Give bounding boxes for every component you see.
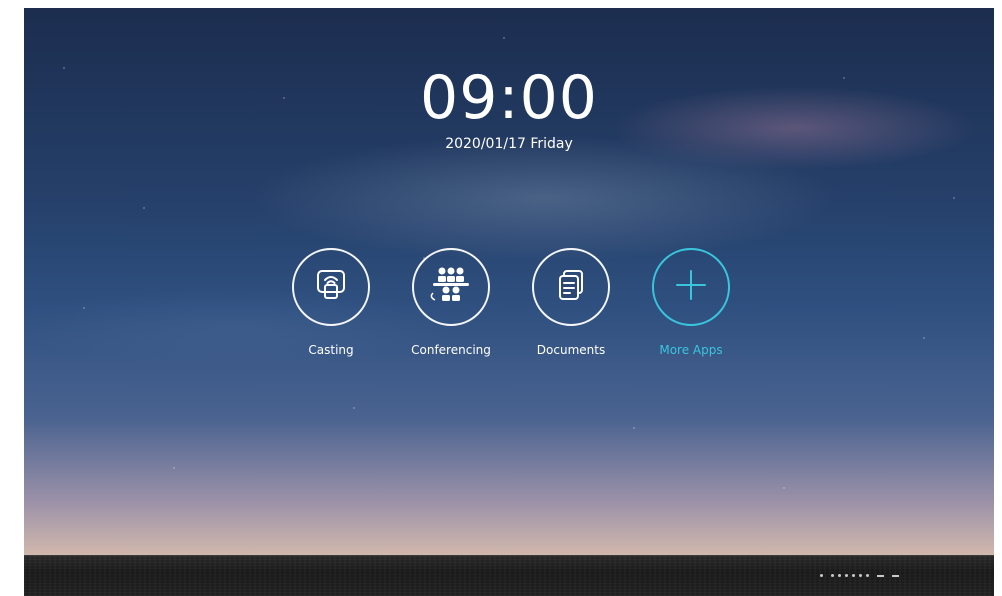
clock-time: 09:00 xyxy=(420,63,598,133)
documents-icon xyxy=(554,268,588,306)
status-dot xyxy=(820,574,823,577)
app-conferencing-circle[interactable] xyxy=(412,248,490,326)
app-more-apps-label: More Apps xyxy=(659,343,723,357)
status-dot xyxy=(866,574,869,577)
conference-people-icon xyxy=(429,265,473,309)
display-bezel xyxy=(24,555,994,596)
app-conferencing-label: Conferencing xyxy=(411,343,491,357)
app-casting[interactable]: Casting xyxy=(271,248,391,358)
app-casting-label: Casting xyxy=(308,343,354,357)
app-conferencing[interactable]: Conferencing xyxy=(391,248,511,358)
status-dash xyxy=(877,574,884,577)
app-documents-circle[interactable] xyxy=(532,248,610,326)
app-documents-label: Documents xyxy=(536,343,606,357)
cast-screen-icon xyxy=(314,268,348,306)
app-casting-circle[interactable] xyxy=(292,248,370,326)
clock-date: 2020/01/17 Friday xyxy=(445,136,573,152)
home-screen: 09:00 2020/01/17 Friday Casting Conferen… xyxy=(24,8,994,555)
status-dot xyxy=(845,574,848,577)
status-dash xyxy=(892,574,899,577)
app-more-apps[interactable]: More Apps xyxy=(631,248,751,358)
status-dot xyxy=(859,574,862,577)
display-frame: 09:00 2020/01/17 Friday Casting Conferen… xyxy=(0,0,1002,596)
status-dot xyxy=(831,574,834,577)
app-documents[interactable]: Documents xyxy=(511,248,631,358)
bezel-indicators xyxy=(820,574,899,577)
status-dot xyxy=(838,574,841,577)
plus-icon xyxy=(674,268,708,306)
app-more-apps-circle[interactable] xyxy=(652,248,730,326)
status-dot xyxy=(852,574,855,577)
